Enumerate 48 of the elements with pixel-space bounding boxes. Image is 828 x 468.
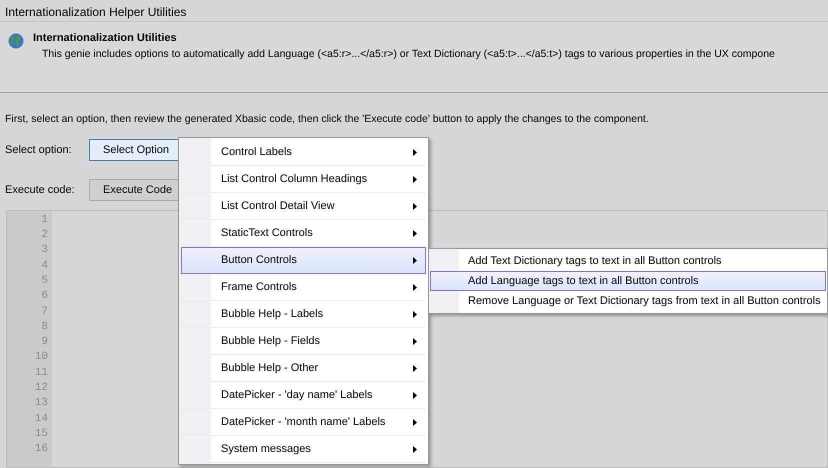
submenu-arrow-icon [413, 176, 417, 183]
line-number: 9 [41, 335, 48, 350]
line-number: 12 [34, 381, 48, 396]
line-number: 7 [41, 304, 48, 320]
line-number: 3 [41, 243, 48, 258]
menu-item[interactable]: DatePicker - 'month name' Labels [181, 409, 426, 436]
menu-item[interactable]: System messages [181, 436, 426, 463]
submenu-arrow-icon [413, 419, 417, 426]
menu-item[interactable]: List Control Column Headings [181, 166, 426, 193]
menu-item[interactable]: Control Labels [181, 139, 426, 166]
line-number: 1 [41, 212, 48, 228]
line-number: 10 [34, 350, 48, 366]
line-number: 11 [34, 366, 48, 381]
submenu-arrow-icon [413, 203, 417, 210]
menu-item[interactable]: Bubble Help - Fields [181, 328, 426, 355]
line-number: 4 [41, 258, 48, 274]
menu-item[interactable]: DatePicker - 'day name' Labels [181, 382, 426, 409]
menu-item[interactable]: Button Controls [181, 247, 426, 274]
submenu-arrow-icon [413, 149, 417, 156]
submenu-arrow-icon [413, 311, 417, 318]
submenu-arrow-icon [413, 446, 417, 453]
menu-item[interactable]: List Control Detail View [181, 193, 426, 220]
submenu-item[interactable]: Add Text Dictionary tags to text in all Button controls [430, 251, 826, 271]
submenu-arrow-icon [413, 338, 417, 345]
submenu-arrow-icon [413, 257, 417, 264]
line-number: 13 [34, 396, 48, 412]
menu-item[interactable]: Frame Controls [181, 274, 426, 301]
line-number: 8 [41, 320, 48, 335]
line-number: 6 [41, 289, 48, 304]
submenu-arrow-icon [413, 392, 417, 399]
line-number: 2 [41, 228, 48, 244]
header-title: Internationalization Utilities [33, 31, 178, 46]
submenu-arrow-icon [413, 284, 417, 291]
line-number: 5 [41, 274, 48, 289]
globe-icon [8, 33, 24, 49]
line-number: 15 [34, 426, 48, 442]
line-number: 16 [34, 442, 48, 458]
submenu-arrow-icon [413, 365, 417, 372]
menu-item[interactable]: Bubble Help - Other [181, 355, 426, 382]
submenu-arrow-icon [413, 230, 417, 237]
header-description: This genie includes options to automatically add Language (<a5:r>...</a5:r>) or Text Dictionary (<a5:t>...</a5:t>) tags to various properties in the UX compone [41, 46, 775, 62]
select-option-label: Select option: [5, 142, 73, 158]
instructions-text: First, select an option, then review the generated Xbasic code, then click the 'Execute code' button to apply the changes to the component. [4, 112, 650, 127]
submenu-item[interactable]: Add Language tags to text in all Button controls [430, 271, 826, 291]
line-number: 14 [34, 412, 48, 427]
execute-code-label: Execute code: [5, 182, 76, 198]
submenu-item[interactable]: Remove Language or Text Dictionary tags from text in all Button controls [430, 291, 826, 311]
menu-item[interactable]: Bubble Help - Labels [181, 301, 426, 328]
